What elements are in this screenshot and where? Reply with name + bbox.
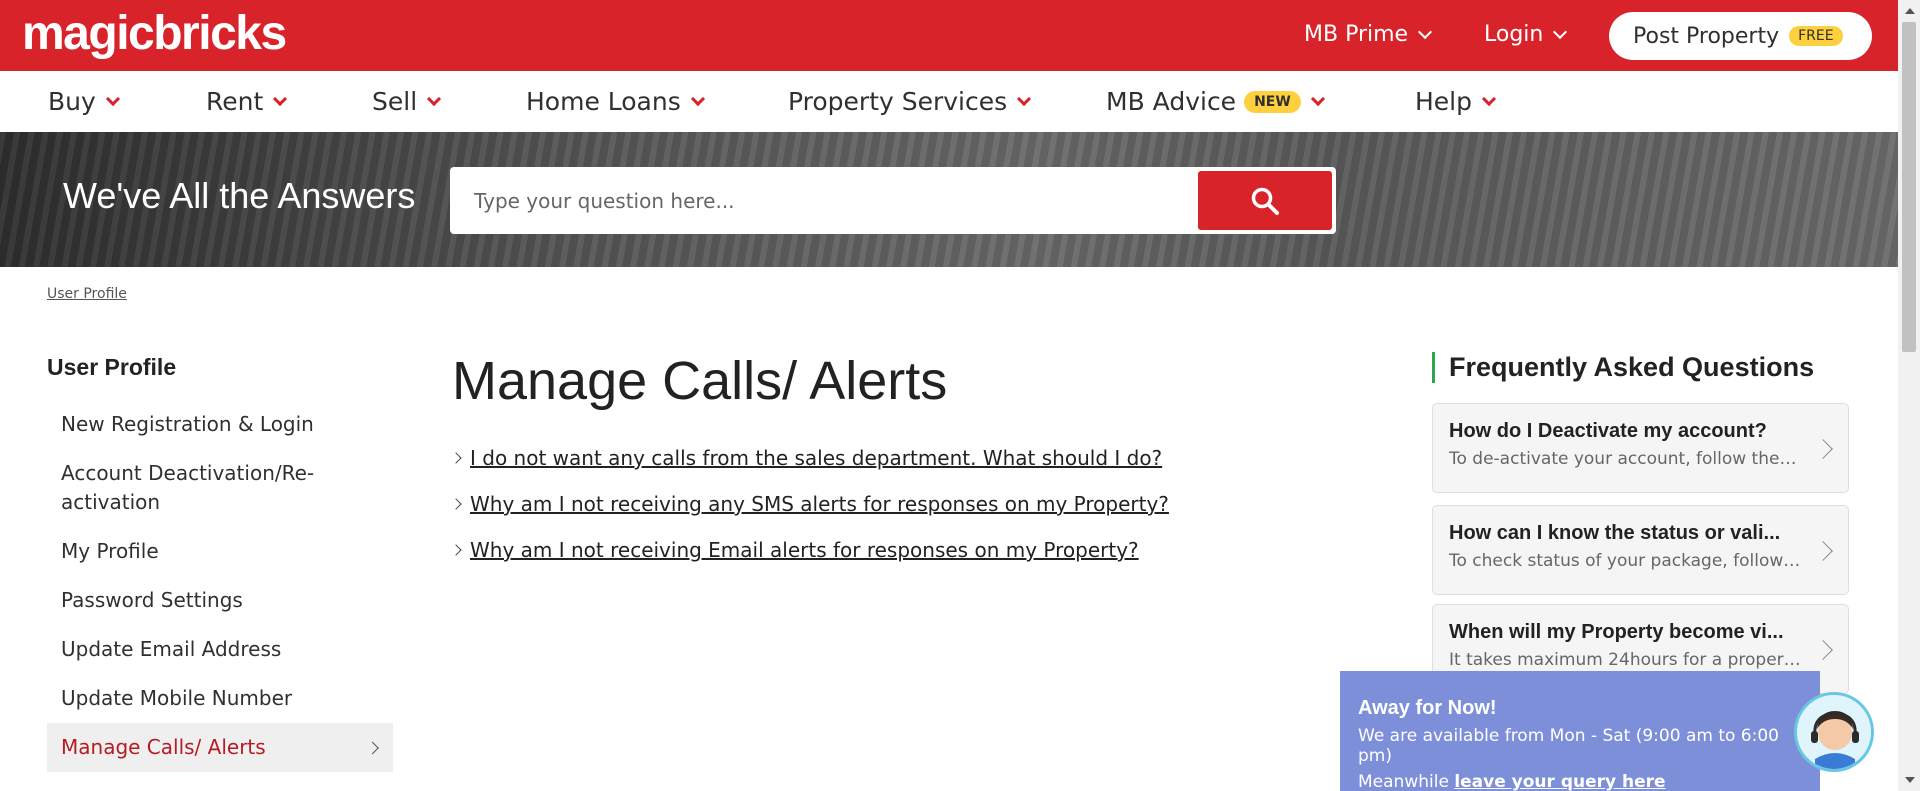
nav-home-loans-label: Home Loans <box>526 87 681 116</box>
nav-mb-advice-label: MB Advice <box>1106 87 1237 116</box>
nav-help-label: Help <box>1415 87 1472 116</box>
question-list: I do not want any calls from the sales d… <box>450 446 1169 584</box>
nav-home-loans[interactable]: Home Loans <box>526 87 705 116</box>
sidebar-item-update-email[interactable]: Update Email Address <box>47 625 393 674</box>
vertical-scrollbar[interactable] <box>1898 0 1920 791</box>
chevron-down-icon <box>105 91 120 106</box>
chevron-right-icon <box>450 498 462 510</box>
mb-prime-menu[interactable]: MB Prime <box>1304 22 1433 47</box>
nav-buy-label: Buy <box>48 87 96 116</box>
chevron-down-icon <box>273 91 288 106</box>
question-link[interactable]: Why am I not receiving Email alerts for … <box>470 538 1139 562</box>
sidebar-title: User Profile <box>47 354 177 380</box>
chevron-right-icon <box>1813 541 1833 561</box>
main-navigation: Buy Rent Sell Home Loans Property Servic… <box>0 71 1898 132</box>
faq-question: How can I know the status or vali... <box>1449 522 1781 544</box>
nav-rent[interactable]: Rent <box>206 87 288 116</box>
chevron-down-icon <box>427 91 442 106</box>
chevron-right-icon <box>1813 439 1833 459</box>
sidebar-menu: New Registration & Login Account Deactiv… <box>47 400 393 772</box>
faq-question: When will my Property become vi... <box>1449 621 1784 643</box>
nav-property-services[interactable]: Property Services <box>788 87 1032 116</box>
login-menu[interactable]: Login <box>1484 22 1568 47</box>
chat-away-panel: Away for Now! We are available from Mon … <box>1340 671 1820 791</box>
scroll-up-arrow-icon[interactable] <box>1905 8 1915 14</box>
nav-sell-label: Sell <box>372 87 418 116</box>
breadcrumb[interactable]: User Profile <box>47 286 127 302</box>
sidebar-item-manage-calls-alerts[interactable]: Manage Calls/ Alerts <box>47 723 393 772</box>
faq-question: How do I Deactivate my account? <box>1449 420 1767 442</box>
faq-answer-preview: To check status of your package, follow … <box>1449 551 1804 571</box>
free-badge: FREE <box>1789 26 1843 46</box>
chevron-right-icon <box>450 452 462 464</box>
scroll-down-arrow-icon[interactable] <box>1905 777 1915 783</box>
sidebar-item-update-mobile[interactable]: Update Mobile Number <box>47 674 393 723</box>
login-label: Login <box>1484 22 1544 47</box>
scrollbar-thumb[interactable] <box>1902 22 1916 352</box>
list-item: Why am I not receiving Email alerts for … <box>450 538 1169 562</box>
chevron-down-icon <box>1310 91 1325 106</box>
chevron-down-icon <box>1553 24 1568 39</box>
post-property-button[interactable]: Post Property FREE <box>1609 12 1872 60</box>
search-icon <box>1251 187 1279 215</box>
sidebar-item-new-registration[interactable]: New Registration & Login <box>47 400 393 449</box>
search-box <box>450 167 1336 234</box>
page-title: Manage Calls/ Alerts <box>452 351 948 411</box>
top-header-bar: magicbricks MB Prime Login Post Property… <box>0 0 1898 71</box>
nav-property-services-label: Property Services <box>788 87 1008 116</box>
agent-headset-icon <box>1811 711 1859 769</box>
post-property-label: Post Property <box>1633 23 1780 49</box>
question-link[interactable]: I do not want any calls from the sales d… <box>470 446 1162 470</box>
chat-away-title: Away for Now! <box>1358 697 1497 719</box>
list-item: I do not want any calls from the sales d… <box>450 446 1169 470</box>
faq-title: Frequently Asked Questions <box>1432 352 1814 383</box>
new-badge: NEW <box>1244 90 1301 113</box>
mb-prime-label: MB Prime <box>1304 22 1409 47</box>
search-button[interactable] <box>1198 171 1332 230</box>
nav-help[interactable]: Help <box>1415 87 1497 116</box>
chevron-right-icon <box>450 544 462 556</box>
chat-meanwhile-line: Meanwhile leave your query here <box>1358 772 1802 791</box>
list-item: Why am I not receiving any SMS alerts fo… <box>450 492 1169 516</box>
chevron-down-icon <box>1418 24 1433 39</box>
sidebar-item-password-settings[interactable]: Password Settings <box>47 576 393 625</box>
nav-mb-advice[interactable]: MB Advice NEW <box>1106 87 1325 116</box>
chevron-right-icon <box>366 741 379 754</box>
chat-meanwhile: Meanwhile <box>1358 772 1449 791</box>
leave-query-link[interactable]: leave your query here <box>1454 772 1665 791</box>
nav-buy[interactable]: Buy <box>48 87 120 116</box>
chevron-down-icon <box>1017 91 1032 106</box>
chevron-down-icon <box>690 91 705 106</box>
hero-title: We've All the Answers <box>63 175 416 216</box>
search-input[interactable] <box>450 167 1190 234</box>
faq-card[interactable]: How can I know the status or vali... To … <box>1432 505 1849 595</box>
sidebar-item-account-deactivation[interactable]: Account Deactivation/Re-activation <box>47 449 393 527</box>
nav-rent-label: Rent <box>206 87 264 116</box>
hero-banner: We've All the Answers <box>0 132 1898 267</box>
sidebar-item-label: Manage Calls/ Alerts <box>61 735 266 759</box>
faq-answer-preview: To de-activate your account, follow thes… <box>1449 449 1804 469</box>
magicbricks-logo[interactable]: magicbricks <box>22 10 287 58</box>
chevron-right-icon <box>1813 640 1833 660</box>
faq-card[interactable]: How do I Deactivate my account? To de-ac… <box>1432 403 1849 493</box>
question-link[interactable]: Why am I not receiving any SMS alerts fo… <box>470 492 1169 516</box>
chevron-down-icon <box>1481 91 1497 106</box>
faq-answer-preview: It takes maximum 24hours for a property.… <box>1449 650 1804 670</box>
sidebar-item-my-profile[interactable]: My Profile <box>47 527 393 576</box>
chat-availability: We are available from Mon - Sat (9:00 am… <box>1358 726 1779 766</box>
nav-sell[interactable]: Sell <box>372 87 442 116</box>
chat-agent-avatar[interactable] <box>1794 692 1874 772</box>
